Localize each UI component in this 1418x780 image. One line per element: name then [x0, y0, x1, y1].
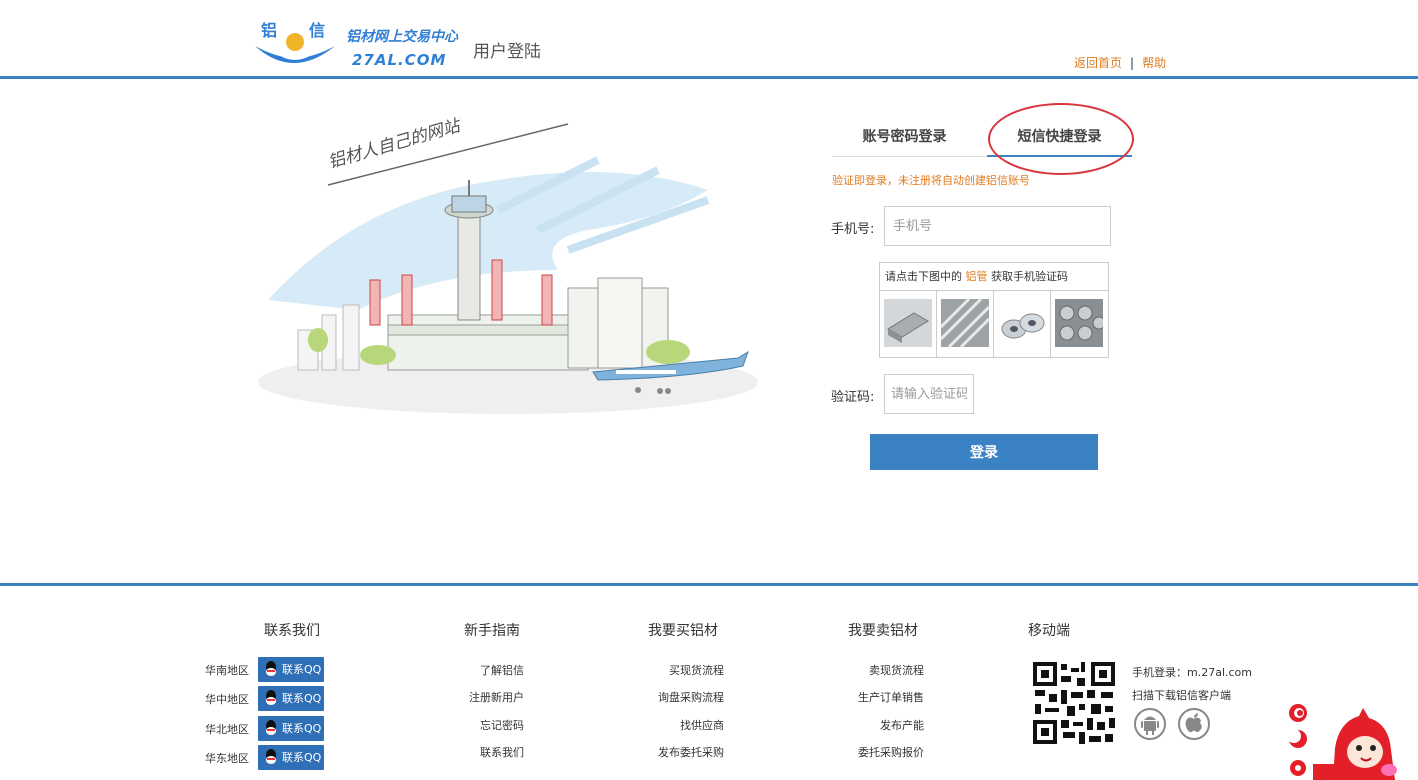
side-float-icons: [1288, 704, 1307, 776]
login-button[interactable]: 登录: [870, 434, 1098, 470]
footer-divider: [0, 583, 1418, 586]
highlight-circle: [988, 103, 1134, 175]
footer-buy-title: 我要买铝材: [648, 623, 718, 639]
logo-text-en: 27AL.COM: [352, 51, 447, 69]
aluminum-rolls-icon: [1055, 299, 1103, 347]
scan-download-text: 扫描下载铝信客户端: [1132, 689, 1231, 702]
qq-icon: [266, 661, 276, 676]
logo-text-cn: 铝材网上交易中心: [346, 29, 458, 45]
aluminum-coils-icon: [998, 299, 1046, 347]
captcha-option-2[interactable]: [937, 291, 994, 357]
link-separator: |: [1130, 56, 1135, 70]
contact-qq-button[interactable]: 联系QQ: [258, 716, 324, 741]
code-input[interactable]: [884, 374, 974, 414]
footer-guide-title: 新手指南: [464, 623, 520, 639]
captcha-hint-pre: 请点击下图中的: [885, 270, 962, 283]
contact-qq-button[interactable]: 联系QQ: [258, 686, 324, 711]
footer-link[interactable]: 注册新用户: [424, 689, 524, 705]
mobile-login-text: 手机登录：m.27al.com: [1132, 666, 1252, 679]
android-icon: [1141, 716, 1159, 735]
footer-link[interactable]: 联系我们: [424, 744, 524, 760]
captcha-hint: 请点击下图中的 铝管 获取手机验证码: [880, 263, 1108, 291]
footer-link[interactable]: 委托采购报价: [814, 744, 924, 760]
page-header: 铝 信 铝材网上交易中心 27AL.COM 用户登陆 返回首页 | 帮助: [0, 0, 1418, 79]
mascot-icon: [1313, 708, 1397, 780]
footer-link[interactable]: 卖现货流程: [814, 662, 924, 678]
image-captcha: 请点击下图中的 铝管 获取手机验证码: [879, 262, 1109, 358]
qq-icon: [266, 690, 276, 705]
captcha-option-4[interactable]: [1051, 291, 1108, 357]
svg-text:信: 信: [309, 21, 325, 40]
home-link[interactable]: 返回首页: [1074, 56, 1122, 70]
aluminum-tubes-icon: [941, 299, 989, 347]
captcha-hint-post: 获取手机验证码: [991, 270, 1068, 283]
footer-mobile-title: 移动端: [1028, 623, 1070, 639]
tab-password-login[interactable]: 账号密码登录: [832, 120, 977, 157]
illustration-caption: 铝材人自己的网站: [326, 115, 465, 173]
captcha-option-3[interactable]: [994, 291, 1051, 357]
contact-qq-button[interactable]: 联系QQ: [258, 745, 324, 770]
code-label: 验证码:: [831, 390, 875, 405]
phone-input[interactable]: [884, 206, 1111, 246]
help-link[interactable]: 帮助: [1142, 56, 1166, 70]
footer-link[interactable]: 买现货流程: [614, 662, 724, 678]
login-notice: 验证即登录，未注册将自动创建铝信账号: [832, 174, 1030, 187]
captcha-keyword: 铝管: [965, 270, 988, 283]
footer-contact-title: 联系我们: [264, 623, 320, 639]
captcha-option-1[interactable]: [880, 291, 937, 357]
footer-link[interactable]: 了解铝信: [424, 662, 524, 678]
page-title: 用户登陆: [473, 42, 541, 62]
apple-icon: [1185, 713, 1202, 733]
contact-qq-button[interactable]: 联系QQ: [258, 657, 324, 682]
footer-link[interactable]: 忘记密码: [424, 717, 524, 733]
region-label: 华南地区: [205, 664, 249, 677]
ios-app-button[interactable]: [1178, 708, 1210, 740]
qq-icon: [266, 749, 276, 764]
footer-link[interactable]: 发布委托采购: [614, 744, 724, 760]
airport-illustration: 铝材人自己的网站: [258, 115, 758, 414]
footer-link[interactable]: 询盘采购流程: [614, 689, 724, 705]
region-label: 华中地区: [205, 693, 249, 706]
top-links: 返回首页 | 帮助: [1074, 54, 1166, 71]
qr-code-icon: [1031, 660, 1117, 746]
region-label: 华北地区: [205, 723, 249, 736]
footer-link[interactable]: 找供应商: [614, 717, 724, 733]
android-app-button[interactable]: [1134, 708, 1166, 740]
qq-icon: [266, 720, 276, 735]
region-label: 华东地区: [205, 752, 249, 765]
aluminum-profile-icon: [884, 299, 932, 347]
footer-link[interactable]: 发布产能: [814, 717, 924, 733]
footer-sell-title: 我要卖铝材: [848, 623, 918, 639]
svg-text:铝: 铝: [261, 21, 277, 40]
phone-label: 手机号:: [831, 222, 875, 237]
footer-link[interactable]: 生产订单销售: [814, 689, 924, 705]
